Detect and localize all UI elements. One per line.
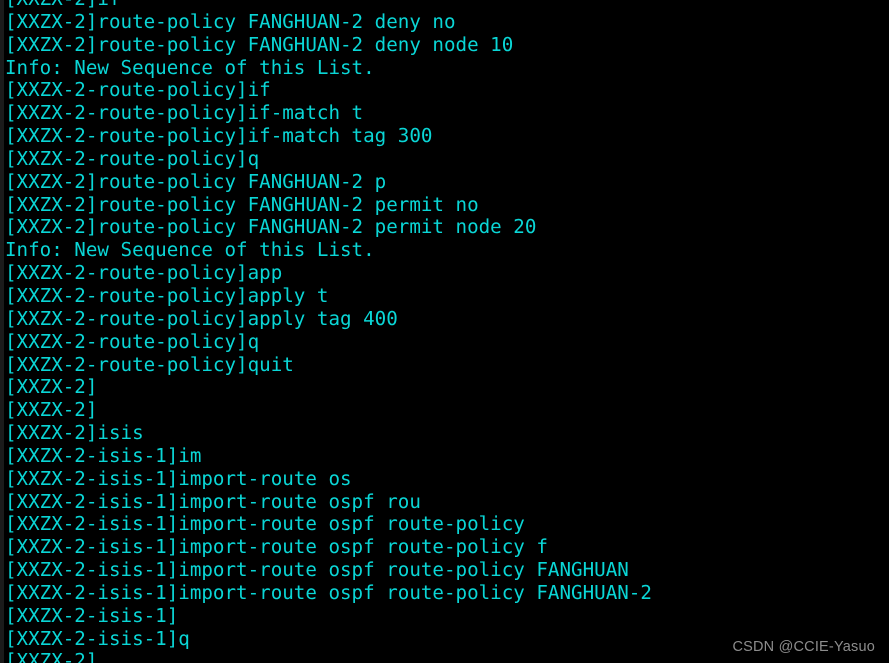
terminal-line: [XXZX-2-isis-1]import-route ospf route-p… [5, 580, 652, 604]
terminal-line: [XXZX-2]route-policy FANGHUAN-2 permit n… [5, 215, 537, 239]
terminal-line: [XXZX-2-isis-1]import-route ospf route-p… [5, 535, 548, 559]
terminal-line: Info: New Sequence of this List. [5, 238, 375, 262]
terminal-line: [XXZX-2-route-policy]if-match tag 300 [5, 124, 433, 148]
terminal-console-output[interactable]: [XXZX-2]if[XXZX-2]route-policy FANGHUAN-… [5, 0, 889, 663]
terminal-left-gutter [0, 0, 4, 663]
terminal-line: [XXZX-2]route-policy FANGHUAN-2 deny no [5, 9, 456, 33]
terminal-line: [XXZX-2]route-policy FANGHUAN-2 deny nod… [5, 32, 514, 56]
terminal-line: [XXZX-2-isis-1] [5, 603, 179, 627]
terminal-line: [XXZX-2]route-policy FANGHUAN-2 p [5, 169, 387, 193]
terminal-line: [XXZX-2-route-policy]quit [5, 352, 294, 376]
terminal-line: [XXZX-2]route-policy FANGHUAN-2 permit n… [5, 192, 479, 216]
terminal-line: [XXZX-2-route-policy]app [5, 261, 283, 285]
terminal-line: [XXZX-2-isis-1]import-route os [5, 466, 352, 490]
terminal-line: [XXZX-2-route-policy]apply tag 400 [5, 306, 398, 330]
terminal-line: [XXZX-2-isis-1]import-route ospf rou [5, 489, 421, 513]
terminal-line: [XXZX-2-route-policy]if [5, 78, 271, 102]
terminal-line: [XXZX-2-isis-1]import-route ospf route-p… [5, 512, 525, 536]
terminal-line: [XXZX-2-route-policy]q [5, 329, 260, 353]
terminal-line: [XXZX-2-isis-1]im [5, 443, 202, 467]
terminal-line: [XXZX-2] [5, 398, 98, 422]
terminal-line: [XXZX-2]isis [5, 421, 144, 445]
terminal-line: Info: New Sequence of this List. [5, 55, 375, 79]
terminal-line: [XXZX-2] [5, 375, 98, 399]
terminal-window[interactable]: [XXZX-2]if[XXZX-2]route-policy FANGHUAN-… [0, 0, 889, 663]
terminal-line: [XXZX-2-isis-1]import-route ospf route-p… [5, 558, 629, 582]
terminal-line: [XXZX-2-route-policy]q [5, 146, 260, 170]
terminal-line: [XXZX-2-route-policy]apply t [5, 283, 329, 307]
terminal-line: [XXZX-2-route-policy]if-match t [5, 101, 364, 125]
csdn-watermark: CSDN @CCIE-Yasuo [732, 639, 875, 655]
